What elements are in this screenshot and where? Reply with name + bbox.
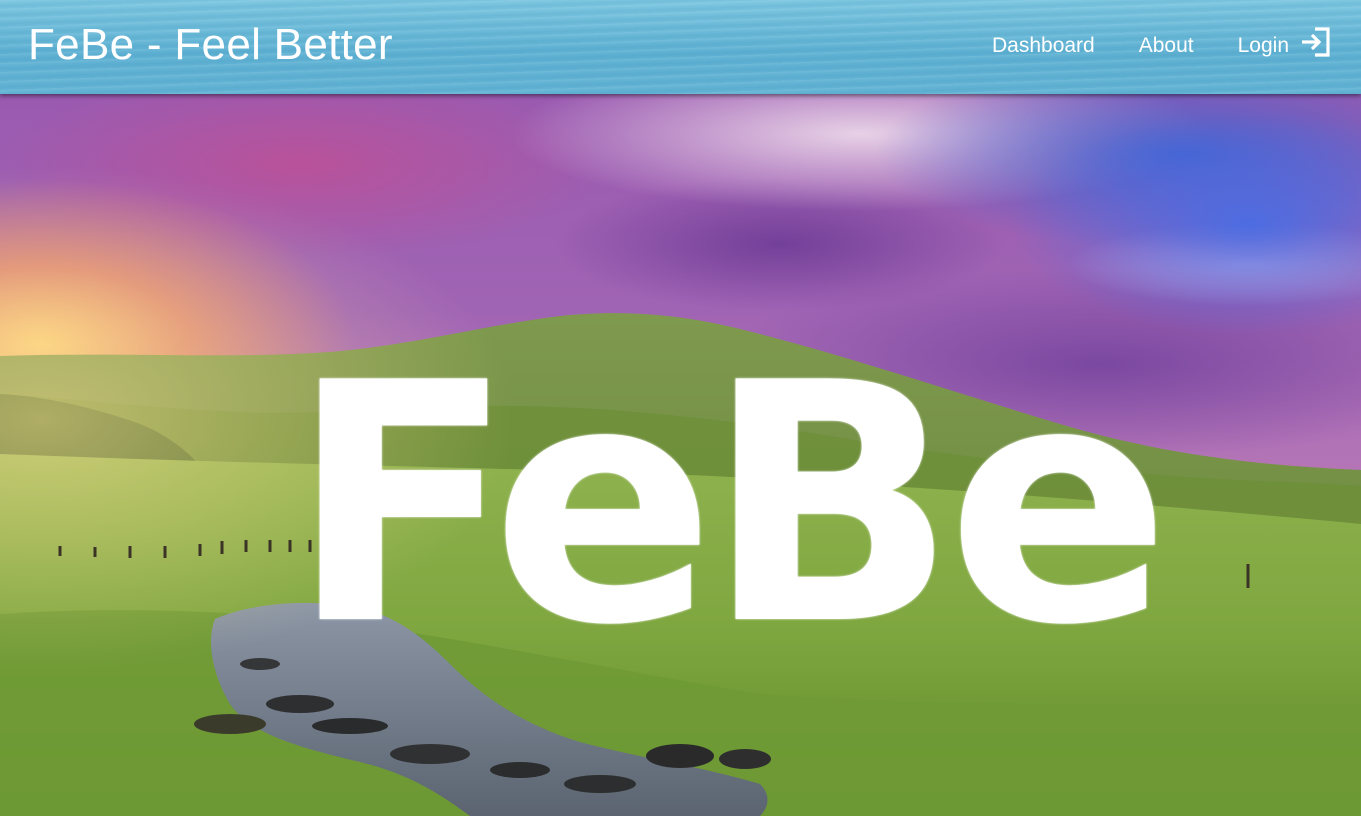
top-navigation-bar: FeBe - Feel Better Dashboard About Login xyxy=(0,0,1361,94)
nav-about-link[interactable]: About xyxy=(1117,24,1216,68)
login-icon[interactable] xyxy=(1299,25,1333,59)
nav-menu: Dashboard About Login xyxy=(970,24,1333,68)
nav-login-link[interactable]: Login xyxy=(1216,24,1299,68)
page: FeBe - Feel Better Dashboard About Login xyxy=(0,0,1361,816)
febe-logo: FeBe xyxy=(289,313,1170,697)
brand-title[interactable]: FeBe - Feel Better xyxy=(28,19,393,71)
nav-dashboard-link[interactable]: Dashboard xyxy=(970,24,1117,68)
logo-text: FeBe xyxy=(289,313,1170,697)
hero-section: FeBe xyxy=(0,94,1361,816)
